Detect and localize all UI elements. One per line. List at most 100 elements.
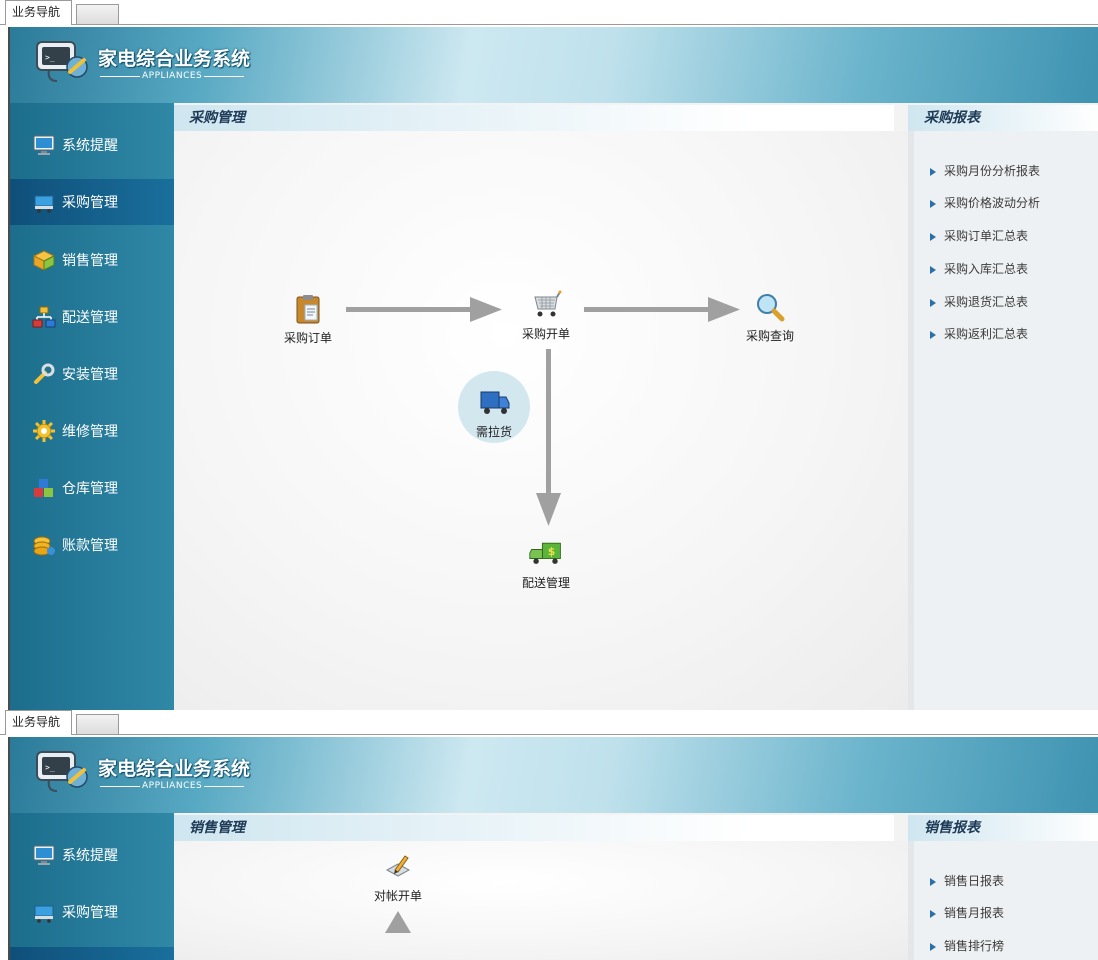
report-link[interactable]: 销售排行榜 [930,936,1004,956]
report-panel: 销售日报表 销售月报表 销售排行榜 [908,841,1098,960]
arrow-up-head [385,911,411,933]
report-link[interactable]: 采购退货汇总表 [930,292,1028,312]
tab-divider [0,24,1098,25]
flow-node-label: 需拉货 [475,425,512,439]
app-subtitle: APPLIANCES [98,781,246,791]
section-title: 采购管理 [174,105,894,131]
app-title: 家电综合业务系统 [98,48,251,70]
sidebar-item-label: 采购管理 [62,195,118,211]
report-link-label: 采购返利汇总表 [944,327,1029,341]
clipboard-icon [290,291,326,327]
purchase-panel: 业务导航 >_ 家电综合业务系统 APPLIANCES 系统提醒 采购管理 销售… [0,0,1098,710]
bullet-triangle-icon [930,265,936,274]
arrow-bill-to-delivery [546,349,551,499]
flow-node-delivery[interactable]: $ 配送管理 [506,536,586,591]
wrench-icon [32,362,56,386]
bullet-triangle-icon [930,909,936,918]
flow-node-pull-goods[interactable]: 需拉货 [454,385,534,440]
sidebar-item-repair[interactable]: 维修管理 [10,408,174,454]
sidebar-item-accounts[interactable]: 账款管理 [10,522,174,568]
report-link-label: 销售排行榜 [944,939,1005,953]
sidebar-item-sales[interactable] [10,947,174,960]
flow-workspace: 采购订单 采购开单 采购查询 需拉货 $ 配送管理 [174,131,908,710]
sidebar-item-label: 采购管理 [62,905,118,921]
subtitle-rule-left [100,785,140,787]
report-link-label: 采购退货汇总表 [944,295,1029,309]
main-content: 销售管理 销售报表 对帐开单 销售日报表 销售月报表 销售排行榜 [174,813,1098,960]
report-link-label: 采购订单汇总表 [944,229,1029,243]
sidebar-item-label: 维修管理 [62,424,118,440]
sidebar: 系统提醒 采购管理 [10,813,174,960]
tab-blank[interactable] [76,714,119,734]
report-title: 销售报表 [908,815,1098,841]
sidebar: 系统提醒 采购管理 销售管理 配送管理 安装管理 维修管理 仓库管理 账款管理 [10,103,174,710]
sidebar-item-purchase[interactable]: 采购管理 [10,179,174,225]
arrow-order-to-bill-head [470,297,502,322]
cart-icon [32,900,56,924]
bullet-triangle-icon [930,232,936,241]
sales-panel: 业务导航 >_ 家电综合业务系统 APPLIANCES 系统提醒 采购管理 销售… [0,710,1098,960]
flow-node-label: 配送管理 [521,576,570,590]
gear-icon [32,419,56,443]
flow-node-purchase-query[interactable]: 采购查询 [730,289,810,344]
sidebar-item-label: 系统提醒 [62,138,118,154]
flow-arrows [385,911,411,933]
svg-text:>_: >_ [45,53,55,62]
report-link[interactable]: 采购价格波动分析 [930,193,1040,213]
svg-text:>_: >_ [45,763,55,772]
app-header: >_ 家电综合业务系统 APPLIANCES [10,737,1098,813]
flow-workspace: 对帐开单 [174,841,908,960]
tab-business-nav[interactable]: 业务导航 [5,0,72,25]
tab-strip: 业务导航 [0,0,1098,26]
bullet-triangle-icon [930,298,936,307]
sidebar-item-system-alert[interactable]: 系统提醒 [10,122,174,168]
bullet-triangle-icon [930,942,936,951]
sidebar-item-purchase[interactable]: 采购管理 [10,889,174,935]
sidebar-item-delivery[interactable]: 配送管理 [10,294,174,340]
blocks-icon [32,476,56,500]
sidebar-item-system-alert[interactable]: 系统提醒 [10,832,174,878]
subtitle-rule-left [100,75,140,77]
tab-blank[interactable] [76,4,119,24]
report-link-label: 采购价格波动分析 [944,196,1041,210]
report-link[interactable]: 销售日报表 [930,871,1004,891]
tab-business-nav[interactable]: 业务导航 [5,710,72,735]
bullet-triangle-icon [930,167,936,176]
svg-text:$: $ [548,545,556,558]
magnifier-icon [752,289,788,325]
app-frame: >_ 家电综合业务系统 APPLIANCES 系统提醒 [8,737,1098,960]
money-truck-icon: $ [528,536,564,572]
flow-node-label: 采购开单 [521,327,570,341]
flow-node-label: 采购查询 [745,329,794,343]
bullet-triangle-icon [930,877,936,886]
arrow-bill-to-delivery-head [536,493,561,526]
logo-icon: >_ [36,41,88,82]
sidebar-item-sales[interactable]: 销售管理 [10,237,174,283]
app-header: >_ 家电综合业务系统 APPLIANCES [10,27,1098,103]
flow-node-purchase-order[interactable]: 采购订单 [268,291,348,346]
logo-icon: >_ [36,751,88,792]
cart-icon [32,190,56,214]
report-link[interactable]: 采购入库汇总表 [930,259,1028,279]
app-title: 家电综合业务系统 [98,758,251,780]
arrow-bill-to-query [584,307,714,312]
report-link-label: 销售月报表 [944,906,1005,920]
bullet-triangle-icon [930,330,936,339]
report-link[interactable]: 采购月份分析报表 [930,161,1040,181]
monitor-icon [32,843,56,867]
network-icon [32,305,56,329]
sidebar-item-label: 系统提醒 [62,848,118,864]
sidebar-item-label: 仓库管理 [62,481,118,497]
report-link-label: 采购入库汇总表 [944,262,1029,276]
sidebar-item-label: 配送管理 [62,310,118,326]
bullet-triangle-icon [930,199,936,208]
report-link[interactable]: 销售月报表 [930,903,1004,923]
report-link[interactable]: 采购返利汇总表 [930,324,1028,344]
report-link-label: 采购月份分析报表 [944,164,1041,178]
sidebar-item-install[interactable]: 安装管理 [10,351,174,397]
sidebar-item-warehouse[interactable]: 仓库管理 [10,465,174,511]
sidebar-item-label: 销售管理 [62,253,118,269]
flow-node-purchase-bill[interactable]: 采购开单 [506,287,586,342]
report-link[interactable]: 采购订单汇总表 [930,226,1028,246]
tab-strip: 业务导航 [0,710,1098,736]
